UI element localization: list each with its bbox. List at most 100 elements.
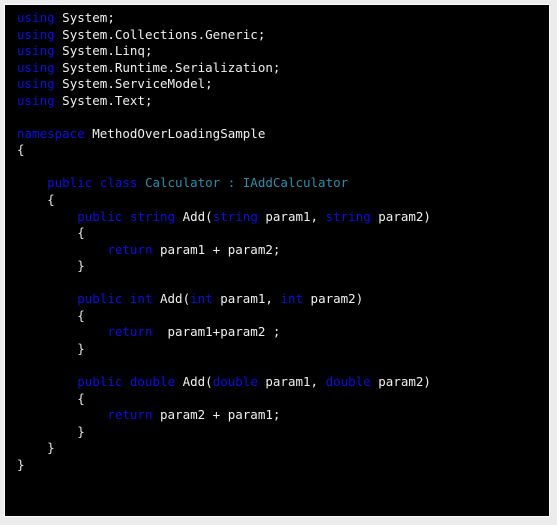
code-line (5, 159, 549, 176)
code-token-kw: using (17, 10, 55, 25)
code-token-blank (17, 275, 25, 290)
code-token-blank (17, 357, 25, 372)
code-token-kw: public int (77, 291, 153, 307)
code-token-blank (17, 109, 25, 124)
code-token-blank (17, 159, 25, 174)
code-token-kw: return (107, 241, 153, 257)
code-token-kw: using (17, 26, 55, 42)
code-token-type: Calculator : IAddCalculator (144, 175, 349, 191)
code-line: { (5, 308, 549, 325)
code-line: public int Add(int param1, int param2) (5, 291, 549, 308)
code-token-br: { (17, 142, 25, 158)
code-token-br: } (47, 440, 55, 456)
code-line: public double Add(double param1, double … (5, 374, 549, 391)
code-token-kw: double (212, 374, 258, 390)
code-token-br: } (77, 340, 85, 356)
code-token-def: System.Runtime.Serialization; (54, 59, 281, 75)
code-token-kw: using (17, 92, 55, 108)
code-line: { (5, 192, 549, 209)
code-token-kw: public double (77, 374, 176, 390)
code-token-kw: return (107, 407, 153, 423)
code-token-br: } (77, 423, 85, 439)
code-token-kw: using (17, 43, 55, 59)
code-token-def: Add( (175, 208, 213, 224)
code-token-br: { (77, 225, 85, 241)
code-line (5, 357, 549, 374)
code-token-def: System; (54, 10, 115, 25)
code-line: return param1+param2 ; (5, 324, 549, 341)
code-token-def: param2 + param1; (152, 407, 281, 423)
code-token-def: param1+param2 ; (152, 324, 281, 340)
code-token-br: } (77, 258, 85, 274)
code-token-kw: return (107, 324, 153, 340)
code-token-kw: using (17, 59, 55, 75)
code-token-kw: int (280, 291, 304, 307)
code-line: { (5, 142, 549, 159)
code-token-def: param1, (257, 208, 326, 224)
code-line: using System.ServiceModel; (5, 76, 549, 93)
code-line: } (5, 424, 549, 441)
code-token-kw: public string (77, 208, 176, 224)
code-line: using System.Collections.Generic; (5, 27, 549, 44)
code-line: } (5, 457, 549, 474)
code-token-def: Add( (152, 291, 191, 307)
code-listing[interactable]: using System; using System.Collections.Ge… (5, 5, 549, 473)
code-line: using System; (5, 10, 549, 27)
code-token-def: Add( (175, 374, 213, 390)
code-token-br: } (17, 456, 25, 472)
code-line: using System.Linq; (5, 43, 549, 60)
code-token-kw: double (325, 374, 371, 390)
code-line: { (5, 225, 549, 242)
code-line: using System.Runtime.Serialization; (5, 60, 549, 77)
code-line: public string Add(string param1, string … (5, 209, 549, 226)
code-token-kw: public class (47, 175, 138, 191)
code-token-br: { (47, 192, 55, 208)
code-editor-panel[interactable]: using System; using System.Collections.Ge… (4, 4, 550, 517)
code-line: } (5, 440, 549, 457)
code-token-kw: namespace (17, 125, 85, 141)
code-token-def: System.ServiceModel; (54, 76, 213, 92)
code-line: return param2 + param1; (5, 407, 549, 424)
code-line: public class Calculator : IAddCalculator (5, 175, 549, 192)
code-token-br: { (77, 307, 85, 323)
code-token-def: System.Text; (54, 92, 153, 108)
code-token-def: param1 + param2; (152, 241, 281, 257)
code-line: return param1 + param2; (5, 242, 549, 259)
code-line: } (5, 341, 549, 358)
code-token-kw: string (325, 208, 371, 224)
code-token-br: { (77, 390, 85, 406)
code-token-def: param2) (370, 208, 431, 224)
code-token-kw: int (190, 291, 213, 307)
code-token-def: System.Collections.Generic; (54, 26, 266, 42)
code-line (5, 109, 549, 126)
code-token-kw: using (17, 76, 55, 92)
code-token-def: param1, (257, 374, 326, 390)
code-token-def: MethodOverLoadingSample (84, 125, 266, 141)
code-token-def: param2) (370, 374, 431, 390)
code-token-def: System.Linq; (54, 43, 153, 59)
code-token-def: param2) (303, 291, 364, 307)
code-line: } (5, 258, 549, 275)
code-token-def (137, 175, 145, 190)
code-line: using System.Text; (5, 93, 549, 110)
code-line (5, 275, 549, 292)
code-token-kw: string (212, 208, 258, 224)
code-line: namespace MethodOverLoadingSample (5, 126, 549, 143)
code-token-def: param1, (212, 291, 281, 307)
code-line: { (5, 391, 549, 408)
